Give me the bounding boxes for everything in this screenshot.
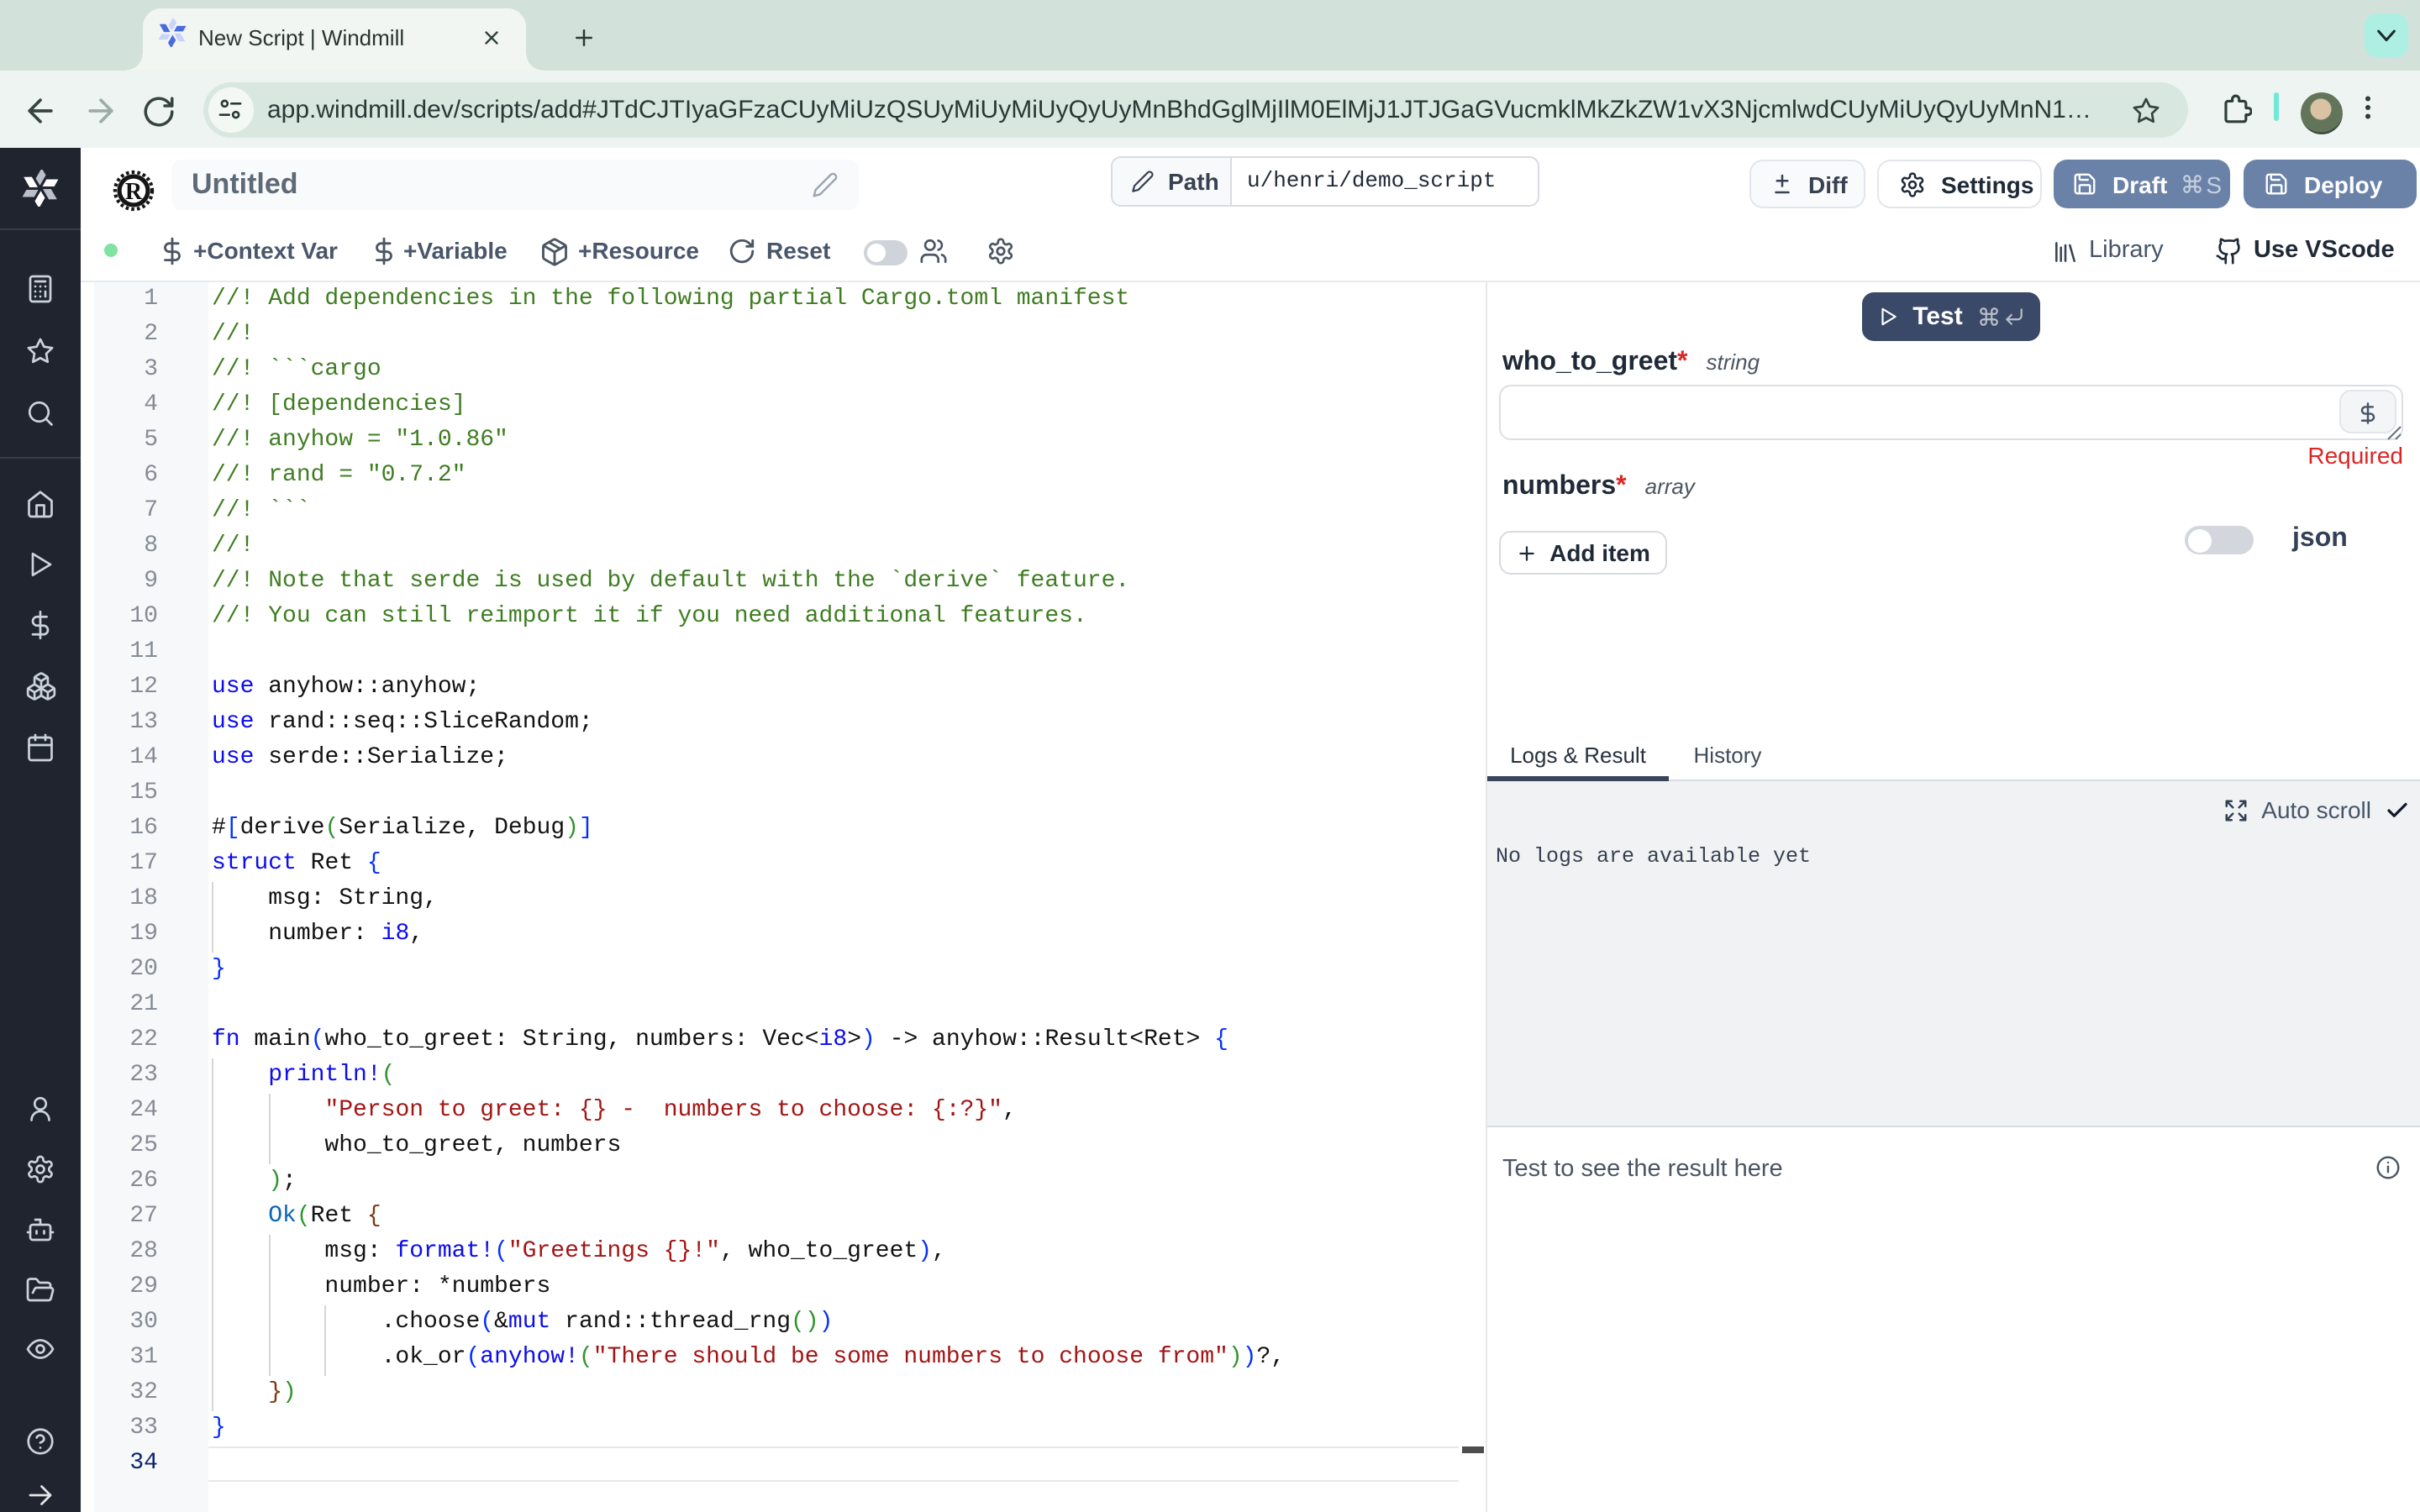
svg-text:R: R (125, 179, 143, 205)
